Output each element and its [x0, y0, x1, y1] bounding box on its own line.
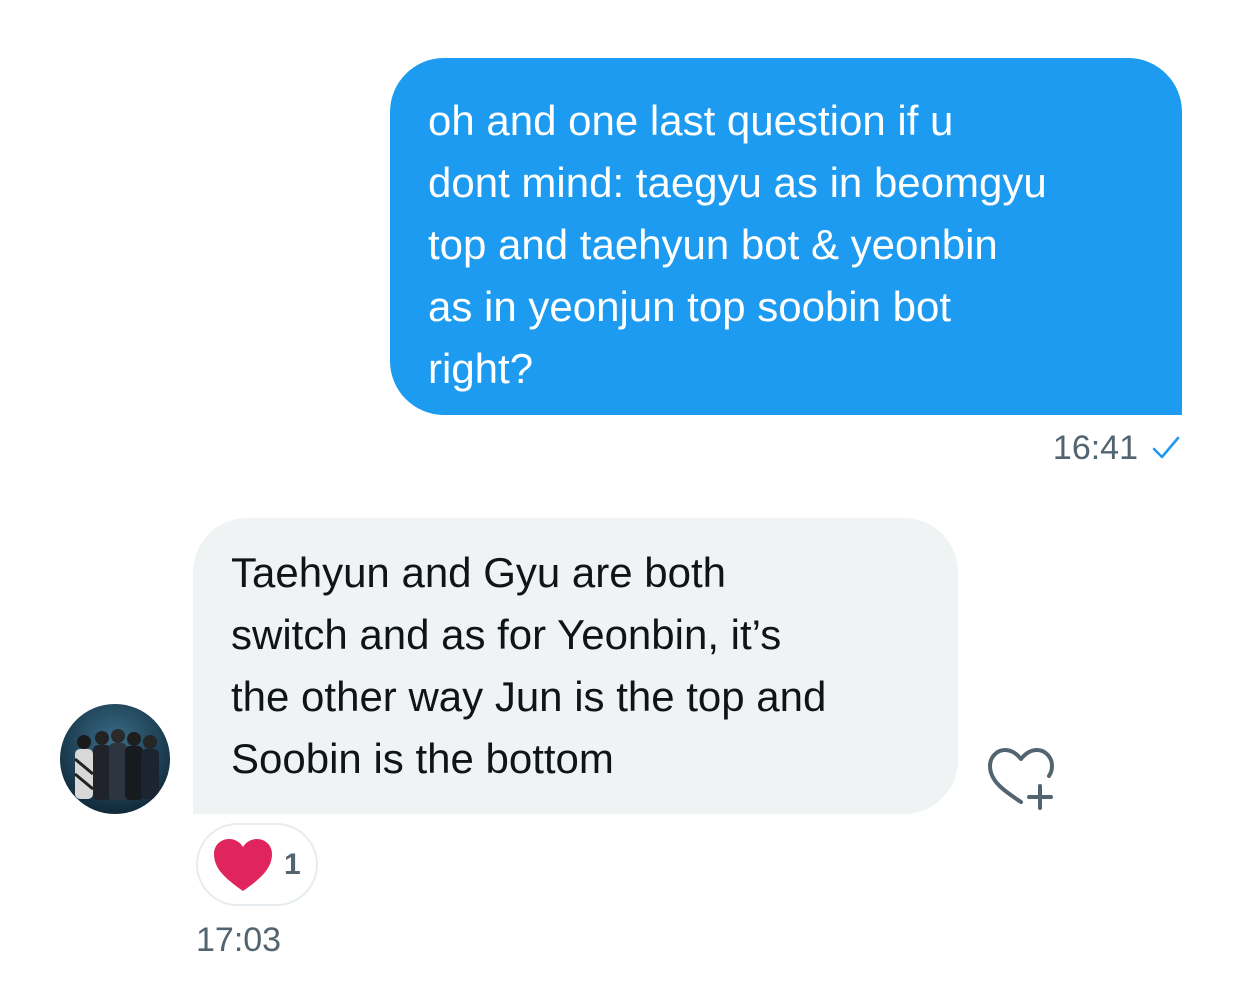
outgoing-message-meta: 16:41	[1053, 428, 1180, 468]
outgoing-message-time: 16:41	[1052, 428, 1138, 467]
outgoing-message-bubble[interactable]: oh and one last question if u dont mind:…	[390, 58, 1182, 415]
sender-avatar[interactable]	[60, 704, 170, 814]
incoming-message-time: 17:03	[196, 921, 282, 959]
dm-conversation: oh and one last question if u dont mind:…	[0, 0, 1242, 981]
reaction-count: 1	[284, 847, 301, 881]
check-icon	[1152, 435, 1180, 461]
incoming-message-bubble[interactable]: Taehyun and Gyu are both switch and as f…	[193, 518, 958, 814]
reaction-pill[interactable]: 1	[196, 823, 318, 906]
heart-icon	[214, 838, 272, 891]
heart-plus-icon[interactable]	[986, 746, 1056, 810]
